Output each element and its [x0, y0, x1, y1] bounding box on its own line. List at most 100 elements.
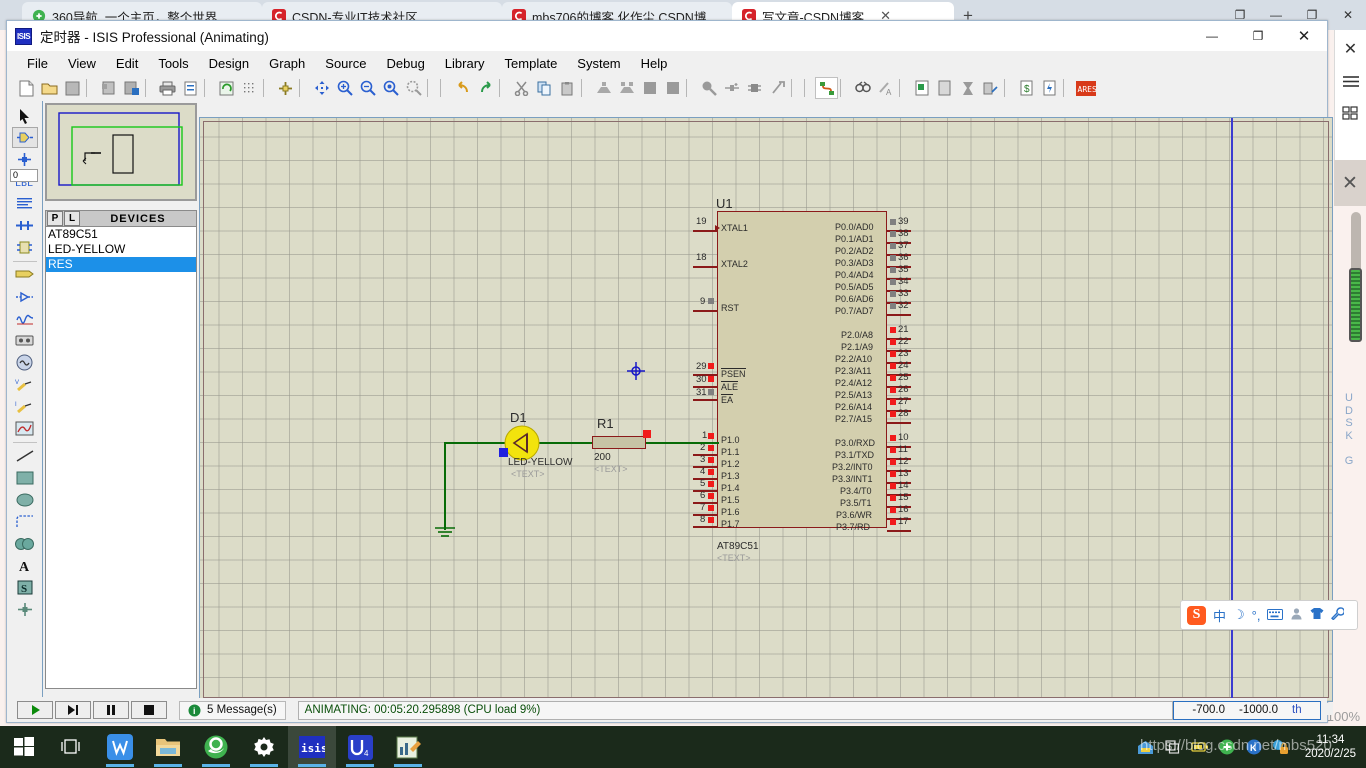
- menu-item-source[interactable]: Source: [315, 53, 376, 74]
- sogou-logo-icon[interactable]: S: [1187, 605, 1206, 625]
- grid-icon[interactable]: [238, 77, 261, 99]
- cut-icon[interactable]: [510, 77, 533, 99]
- erc-report-icon[interactable]: [1038, 77, 1061, 99]
- menu-item-template[interactable]: Template: [495, 53, 568, 74]
- ime-skin-icon[interactable]: [1310, 607, 1324, 623]
- copy-icon[interactable]: [533, 77, 556, 99]
- text-icon[interactable]: A: [12, 555, 38, 576]
- devices-list[interactable]: AT89C51 LED-YELLOW RES: [45, 227, 197, 689]
- notify-icon[interactable]: [1137, 738, 1155, 756]
- ime-toolbar[interactable]: S 中 ☽ °,: [1180, 600, 1358, 630]
- export-icon[interactable]: [120, 77, 143, 99]
- maximize-button[interactable]: ❐: [1235, 21, 1281, 51]
- wire-segment[interactable]: [444, 442, 719, 444]
- close-button[interactable]: ✕: [1281, 21, 1327, 51]
- voltage-probe-icon[interactable]: V: [12, 374, 38, 395]
- play-icon[interactable]: [17, 701, 53, 719]
- tape-recorder-icon[interactable]: [12, 330, 38, 351]
- subcircuit-icon[interactable]: [12, 237, 38, 258]
- devices-library-button[interactable]: L: [64, 211, 80, 226]
- arc-icon[interactable]: [12, 511, 38, 532]
- ime-keyboard-icon[interactable]: [1267, 608, 1284, 623]
- menu-item-system[interactable]: System: [567, 53, 630, 74]
- zoom-all-icon[interactable]: [379, 77, 402, 99]
- graph-icon[interactable]: [12, 308, 38, 329]
- marker-icon[interactable]: [12, 599, 38, 620]
- stop-icon[interactable]: [131, 701, 167, 719]
- browser-scrollbar-thumb[interactable]: [1349, 268, 1362, 342]
- ime-tools-icon[interactable]: [1331, 607, 1346, 623]
- ime-user-icon[interactable]: [1290, 607, 1303, 623]
- kingsoft-icon[interactable]: K: [1245, 738, 1263, 756]
- terminals-icon[interactable]: [12, 264, 38, 285]
- print-area-icon[interactable]: [179, 77, 202, 99]
- rotation-input[interactable]: [10, 168, 38, 182]
- list-item[interactable]: AT89C51: [46, 227, 196, 242]
- selection-handle[interactable]: [499, 448, 508, 457]
- list-item[interactable]: RES: [46, 257, 196, 272]
- pause-icon[interactable]: [93, 701, 129, 719]
- print-icon[interactable]: [156, 77, 179, 99]
- ime-language-icon[interactable]: 中: [1213, 606, 1226, 625]
- ime-moon-icon[interactable]: ☽: [1233, 607, 1245, 623]
- wire-segment[interactable]: [492, 442, 504, 444]
- messages-indicator[interactable]: i 5 Message(s): [179, 700, 286, 720]
- redo-icon[interactable]: [474, 77, 497, 99]
- text-script-icon[interactable]: [12, 193, 38, 214]
- zoom-out-icon[interactable]: [356, 77, 379, 99]
- make-device-icon[interactable]: [720, 77, 743, 99]
- window-icon[interactable]: [1164, 738, 1182, 756]
- menu-item-tools[interactable]: Tools: [148, 53, 198, 74]
- taskbar-clock[interactable]: 11:34 2020/2/25: [1305, 733, 1356, 761]
- design-explorer-icon[interactable]: [910, 77, 933, 99]
- wire-autorouter-icon[interactable]: [815, 77, 838, 99]
- menu-item-help[interactable]: Help: [631, 53, 678, 74]
- pan-icon[interactable]: [310, 77, 333, 99]
- menu-item-graph[interactable]: Graph: [259, 53, 315, 74]
- zoom-area-icon[interactable]: [402, 77, 425, 99]
- devices-pick-button[interactable]: P: [47, 211, 63, 226]
- line-icon[interactable]: [12, 445, 38, 466]
- taskbar-explorer[interactable]: [144, 726, 192, 768]
- menu-item-library[interactable]: Library: [435, 53, 495, 74]
- open-file-icon[interactable]: [38, 77, 61, 99]
- device-pin-icon[interactable]: [12, 286, 38, 307]
- symbol-icon[interactable]: S: [12, 577, 38, 598]
- start-button[interactable]: [0, 726, 48, 768]
- browser-close-icon[interactable]: ✕: [1330, 0, 1366, 30]
- menu-item-view[interactable]: View: [58, 53, 106, 74]
- schematic-canvas[interactable]: U1 AT89C51 <TEXT> 19 XTAL1 18 XTAL2 9 RS…: [199, 117, 1333, 702]
- close-icon[interactable]: ✕: [1340, 40, 1362, 58]
- menu-item-edit[interactable]: Edit: [106, 53, 148, 74]
- ground-symbol[interactable]: [430, 524, 460, 542]
- 360-icon[interactable]: [1218, 738, 1236, 756]
- box-icon[interactable]: [12, 467, 38, 488]
- menu-item-design[interactable]: Design: [199, 53, 259, 74]
- zoom-in-icon[interactable]: [333, 77, 356, 99]
- taskbar-wps[interactable]: [96, 726, 144, 768]
- undo-icon[interactable]: [451, 77, 474, 99]
- taskbar-settings[interactable]: [240, 726, 288, 768]
- paste-icon[interactable]: [556, 77, 579, 99]
- current-probe-icon[interactable]: I: [12, 396, 38, 417]
- decompose-icon[interactable]: [766, 77, 789, 99]
- virtual-instrument-icon[interactable]: [12, 418, 38, 439]
- ime-punctuation-icon[interactable]: °,: [1252, 608, 1261, 623]
- bill-materials-icon[interactable]: $: [1015, 77, 1038, 99]
- search-tag-icon[interactable]: [851, 77, 874, 99]
- browser-panel-close-icon[interactable]: ✕: [1334, 160, 1366, 206]
- block-move-icon[interactable]: [615, 77, 638, 99]
- taskbar-isis[interactable]: isis: [288, 726, 336, 768]
- taskbar-browser[interactable]: [192, 726, 240, 768]
- packaging-icon[interactable]: [743, 77, 766, 99]
- path-icon[interactable]: [12, 533, 38, 554]
- menu-item-file[interactable]: File: [17, 53, 58, 74]
- wire-segment[interactable]: [444, 442, 446, 530]
- origin-icon[interactable]: [274, 77, 297, 99]
- menu-icon[interactable]: [1340, 72, 1362, 90]
- apps-icon[interactable]: [1340, 104, 1362, 122]
- save-file-icon[interactable]: [61, 77, 84, 99]
- exit-sheet-icon[interactable]: [979, 77, 1002, 99]
- block-delete-icon[interactable]: [661, 77, 684, 99]
- taskbar-editor[interactable]: [384, 726, 432, 768]
